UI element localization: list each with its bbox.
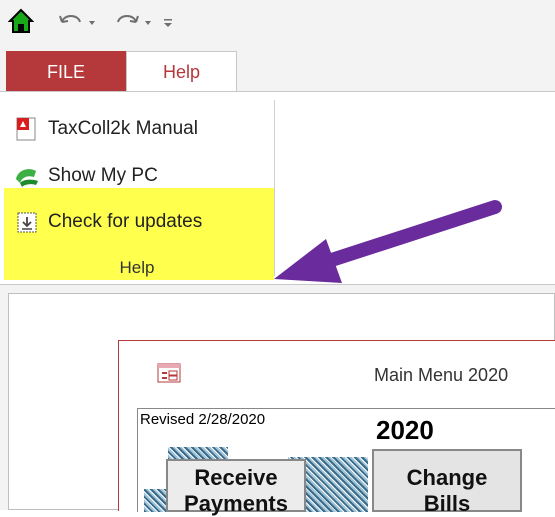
- tab-file[interactable]: FILE: [6, 51, 126, 93]
- redo-icon[interactable]: [112, 8, 156, 34]
- form-body: Revised 2/28/2020 2020 Receive Payments …: [137, 408, 555, 516]
- annotation-arrow: [274, 200, 502, 283]
- check-for-updates-button[interactable]: Check for updates: [14, 205, 202, 239]
- background-image: [144, 489, 168, 512]
- customize-qat-icon[interactable]: [160, 8, 176, 34]
- house-icon[interactable]: [8, 8, 34, 34]
- revised-date: Revised 2/28/2020: [140, 411, 266, 428]
- undo-icon[interactable]: [56, 8, 100, 34]
- ribbon-group-label: Help: [119, 258, 155, 277]
- ribbon-tabs: FILE Help: [0, 44, 555, 93]
- computer-icon: [14, 163, 40, 189]
- receive-payments-button[interactable]: Receive Payments: [166, 459, 306, 516]
- quick-access-toolbar: [0, 0, 555, 44]
- button-label: Receive: [194, 465, 278, 490]
- ribbon-item-label: Show My PC: [48, 165, 158, 186]
- pdf-icon: [14, 116, 40, 142]
- ribbon-panel: TaxColl2k Manual Show My PC Check for up…: [0, 91, 555, 285]
- tab-help[interactable]: Help: [126, 51, 237, 93]
- button-label: Change: [406, 465, 488, 490]
- ribbon-item-label: Check for updates: [48, 211, 203, 232]
- main-menu-form: Main Menu 2020 Revised 2/28/2020 2020 Re…: [118, 340, 555, 516]
- download-icon: [14, 209, 40, 235]
- change-bills-button[interactable]: Change Bills: [372, 449, 522, 516]
- taxcoll-manual-button[interactable]: TaxColl2k Manual: [14, 112, 198, 146]
- ribbon-item-label: TaxColl2k Manual: [48, 118, 198, 139]
- form-icon: [157, 363, 181, 388]
- show-my-pc-button[interactable]: Show My PC: [14, 159, 158, 193]
- year-label: 2020: [376, 415, 434, 445]
- form-title: Main Menu 2020: [374, 365, 509, 385]
- button-label: Payments: [184, 491, 288, 516]
- button-label: Bills: [423, 491, 471, 516]
